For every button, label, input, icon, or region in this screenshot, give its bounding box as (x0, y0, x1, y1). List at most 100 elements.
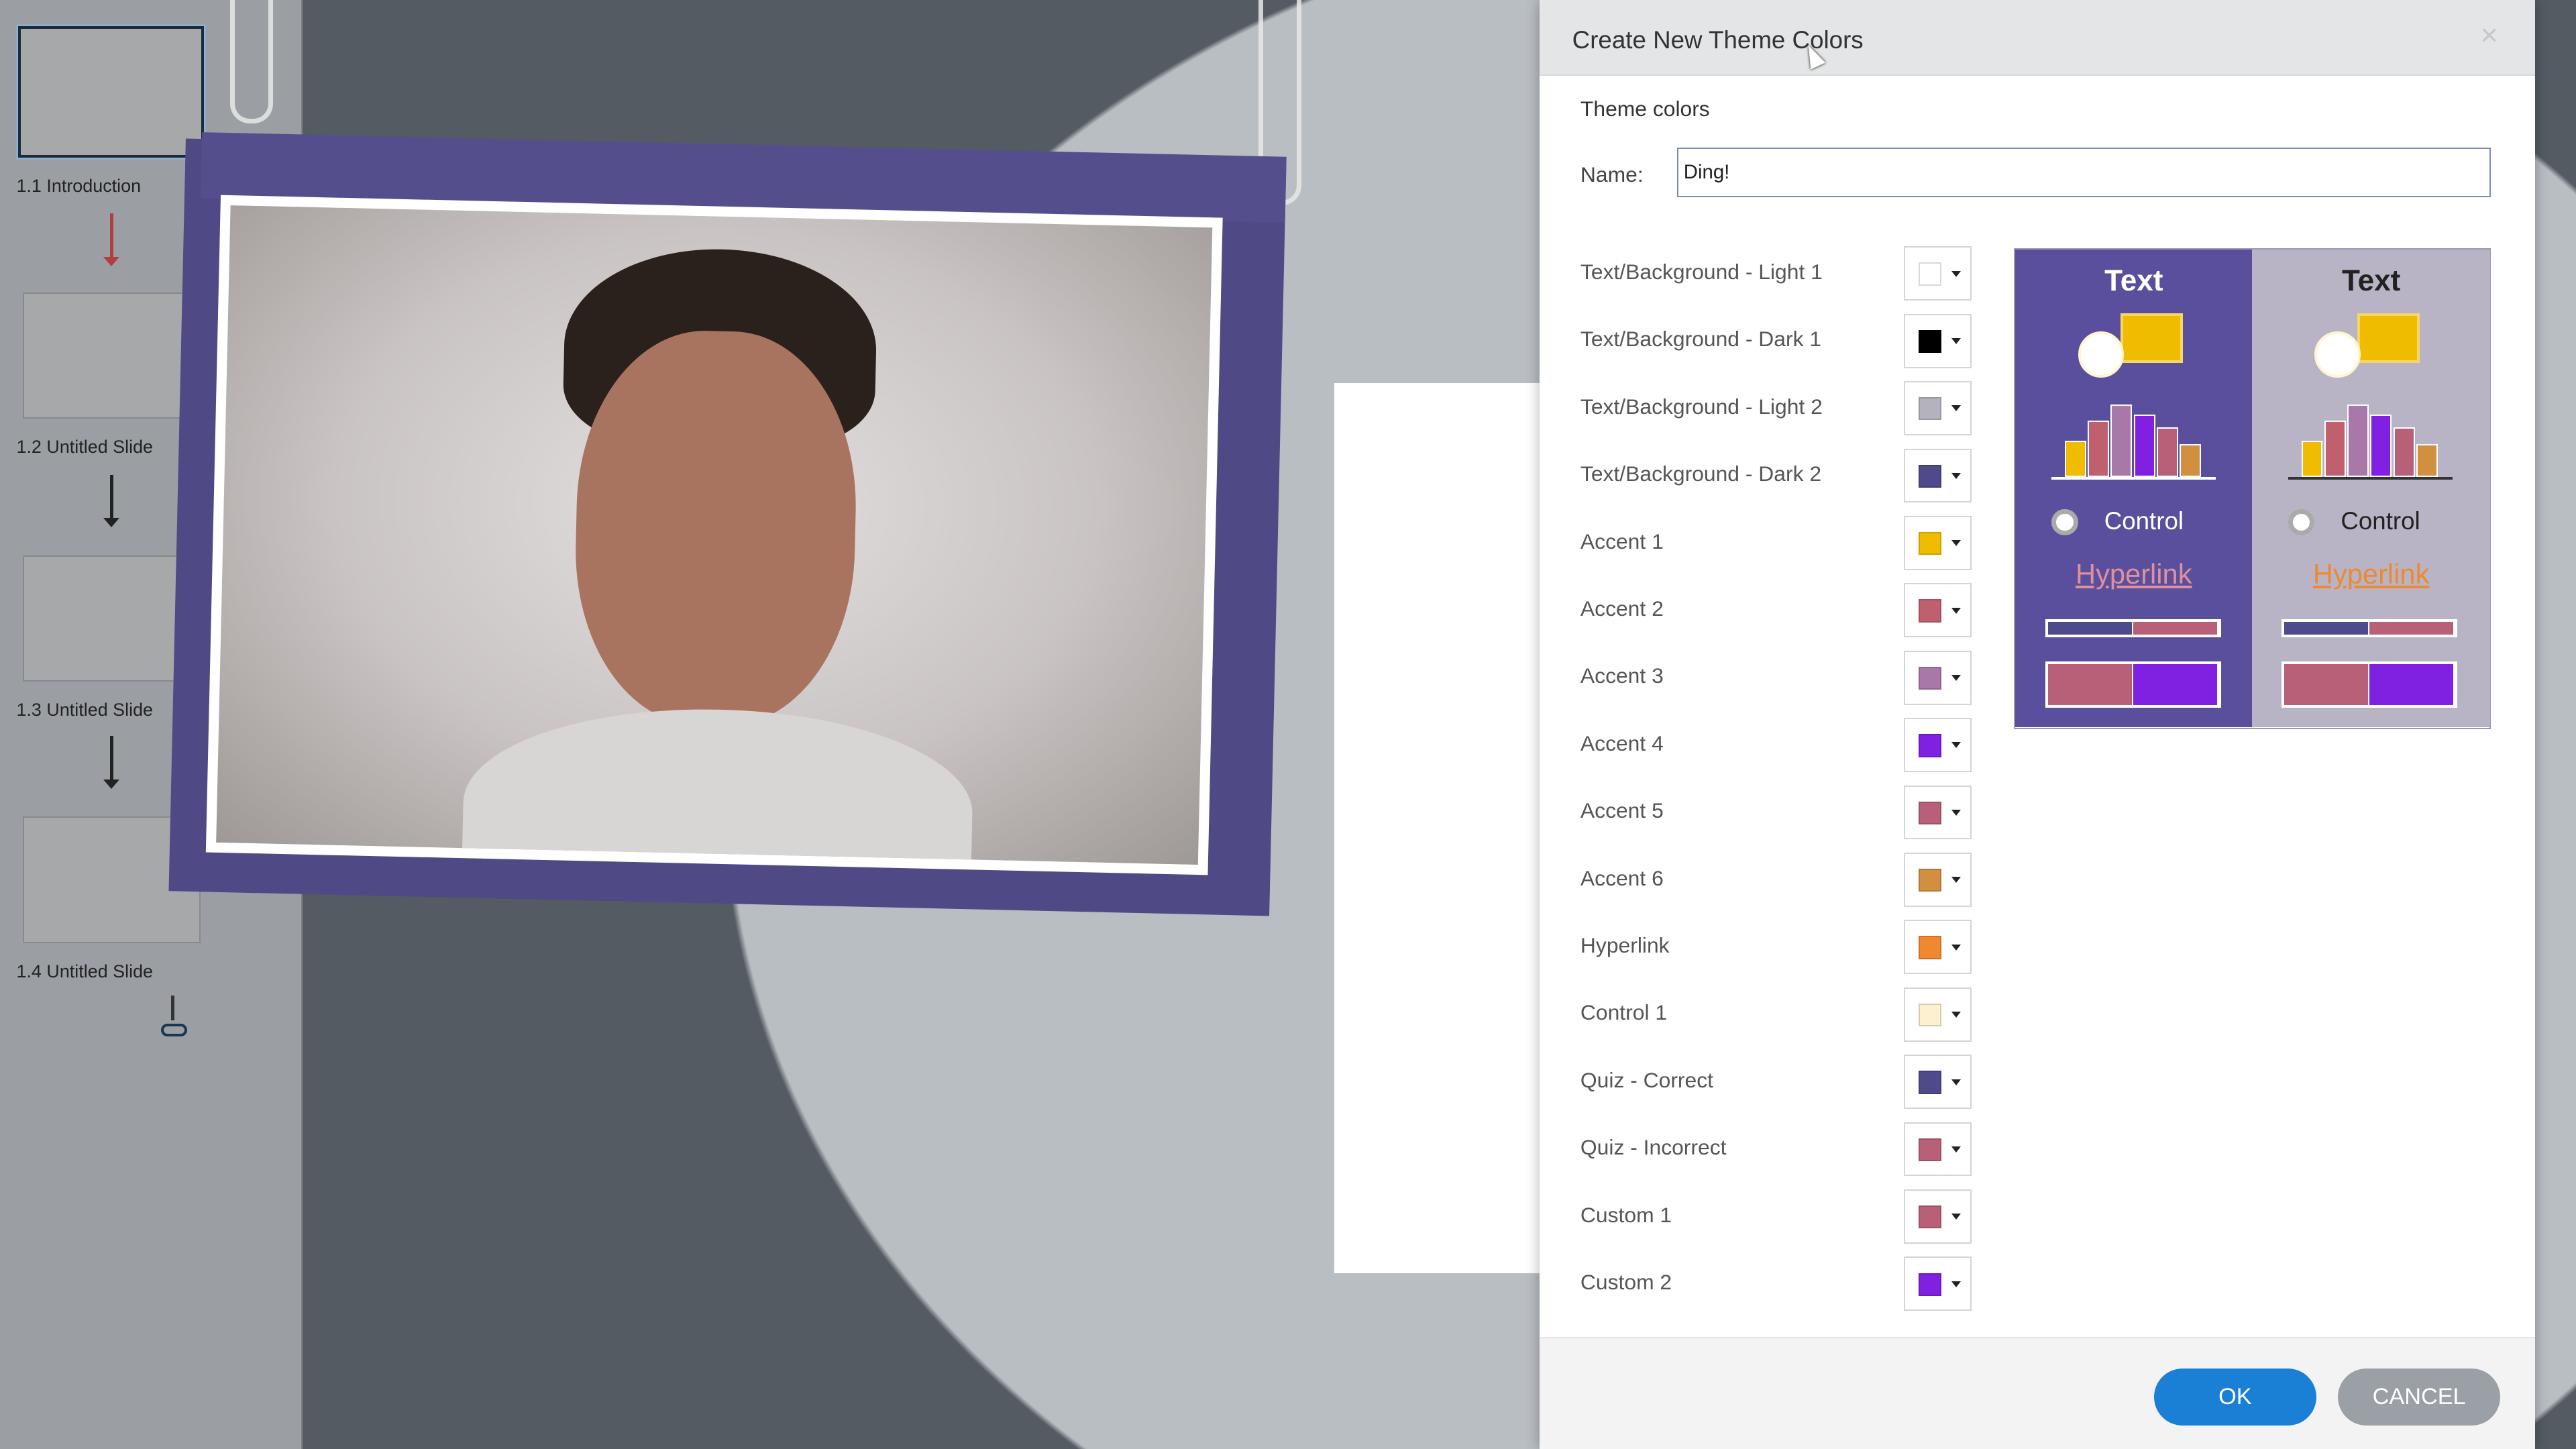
color-label: Custom 2 (1580, 1270, 1672, 1295)
close-icon[interactable]: ✕ (2479, 23, 2499, 50)
preview-bar-segment (2047, 621, 2133, 635)
color-picker-dropdown[interactable] (1904, 718, 1972, 773)
chevron-down-icon (1951, 270, 1961, 277)
preview-dark: Text Control Hyperlink (2015, 249, 2253, 728)
portrait-image (216, 205, 1213, 865)
color-label: Text/Background - Dark 1 (1580, 327, 1822, 352)
link-icon[interactable] (161, 1023, 188, 1037)
slide-canvas-edge (1334, 382, 1540, 1273)
preview-light: Text Control Hyperlink (2252, 249, 2491, 728)
theme-color-row: Hyperlink (1580, 920, 1975, 975)
chevron-down-icon (1951, 607, 1961, 614)
arrow-down-icon (103, 736, 119, 790)
color-label: Text/Background - Light 1 (1580, 259, 1823, 284)
color-picker-dropdown[interactable] (1904, 1256, 1972, 1311)
color-swatch (1918, 1071, 1942, 1094)
chevron-down-icon (1951, 809, 1961, 816)
arrow-down-icon (103, 474, 119, 528)
chevron-down-icon (1951, 472, 1961, 479)
color-label: Custom 1 (1580, 1202, 1672, 1227)
theme-color-row: Quiz - Correct (1580, 1055, 1975, 1110)
editor-stage: 1.1 Introduction 1.2 Untitled Slide 1.3 … (0, 0, 2576, 1449)
color-picker-dropdown[interactable] (1904, 583, 1972, 638)
chevron-down-icon (1951, 1012, 1961, 1018)
color-picker-dropdown[interactable] (1904, 920, 1972, 975)
preview-bar-segment (2133, 664, 2218, 706)
chain-icon (229, 0, 273, 123)
color-picker-dropdown[interactable] (1904, 313, 1972, 368)
color-swatch (1918, 936, 1942, 959)
preview-bar (2110, 404, 2133, 477)
dialog-footer: OK CANCEL (1539, 1337, 2535, 1449)
color-label: Accent 4 (1580, 731, 1664, 755)
name-label: Name: (1580, 162, 1644, 187)
preview-bar (2133, 414, 2155, 477)
slide-thumbnail-1[interactable] (17, 26, 204, 158)
chevron-down-icon (1951, 742, 1961, 749)
theme-color-row: Accent 3 (1580, 650, 1975, 705)
color-label: Hyperlink (1580, 933, 1670, 958)
photo-frame[interactable] (168, 132, 1287, 916)
preview-shape-circle (2078, 331, 2125, 378)
preview-bar-segment (2369, 621, 2455, 635)
color-picker-dropdown[interactable] (1904, 1189, 1972, 1244)
preview-bar (2301, 440, 2323, 477)
theme-color-row: Accent 1 (1580, 515, 1975, 570)
photo[interactable] (206, 195, 1223, 875)
color-label: Accent 1 (1580, 529, 1664, 553)
theme-color-row: Text/Background - Light 1 (1580, 246, 1975, 301)
theme-color-row: Text/Background - Light 2 (1580, 381, 1975, 435)
preview-bar-segment (2284, 664, 2370, 706)
theme-color-row: Custom 1 (1580, 1189, 1975, 1244)
color-swatch (1918, 734, 1942, 757)
slide-label: 1.3 Untitled Slide (16, 700, 154, 720)
color-swatch (1918, 329, 1942, 354)
dialog-titlebar[interactable]: Create New Theme Colors ✕ (1539, 0, 2535, 76)
preview-hyperlink: Hyperlink (2312, 558, 2430, 590)
preview-shape-rect (2121, 313, 2184, 363)
preview-bar-segment (2133, 621, 2218, 635)
color-picker-dropdown[interactable] (1904, 448, 1972, 503)
preview-radio-icon (2051, 508, 2078, 535)
color-picker-dropdown[interactable] (1904, 650, 1972, 705)
theme-color-row: Quiz - Incorrect (1580, 1122, 1975, 1177)
color-swatch (1918, 262, 1942, 286)
color-picker-dropdown[interactable] (1904, 853, 1972, 907)
preview-bar (2416, 443, 2438, 477)
theme-color-row: Text/Background - Dark 1 (1580, 313, 1975, 368)
chevron-down-icon (1951, 338, 1961, 345)
color-picker-dropdown[interactable] (1904, 515, 1972, 570)
preview-bar (2347, 404, 2369, 477)
cancel-button[interactable]: CANCEL (2337, 1368, 2501, 1426)
slide-thumbnail-2[interactable] (23, 292, 201, 419)
color-picker-dropdown[interactable] (1904, 785, 1972, 840)
ok-button[interactable]: OK (2153, 1368, 2317, 1426)
preview-control: Control (2341, 507, 2420, 535)
color-label: Control 1 (1580, 1000, 1668, 1025)
preview-text: Text (2341, 264, 2401, 297)
color-picker-dropdown[interactable] (1904, 987, 1972, 1042)
theme-color-row: Accent 5 (1580, 785, 1975, 840)
slide-label: 1.4 Untitled Slide (16, 961, 154, 981)
preview-radio-icon (2288, 508, 2315, 535)
name-input[interactable] (1677, 148, 2491, 197)
chevron-down-icon (1951, 1281, 1961, 1287)
connector-line (170, 996, 174, 1020)
color-label: Accent 6 (1580, 865, 1664, 890)
arrow-down-icon (103, 213, 119, 267)
color-picker-dropdown[interactable] (1904, 246, 1972, 301)
color-label: Text/Background - Dark 2 (1580, 462, 1822, 486)
preview-bar-segment (2369, 664, 2455, 706)
color-picker-dropdown[interactable] (1904, 1055, 1972, 1110)
color-swatch (1918, 1273, 1942, 1296)
color-swatch (1918, 532, 1942, 555)
color-picker-dropdown[interactable] (1904, 381, 1972, 435)
color-label: Text/Background - Light 2 (1580, 394, 1823, 419)
color-picker-dropdown[interactable] (1904, 1122, 1972, 1177)
color-label: Accent 5 (1580, 798, 1664, 823)
color-swatch (1918, 464, 1942, 488)
theme-color-row: Accent 4 (1580, 718, 1975, 773)
theme-color-row: Control 1 (1580, 987, 1975, 1042)
theme-color-row: Text/Background - Dark 2 (1580, 448, 1975, 503)
chevron-down-icon (1951, 675, 1961, 682)
